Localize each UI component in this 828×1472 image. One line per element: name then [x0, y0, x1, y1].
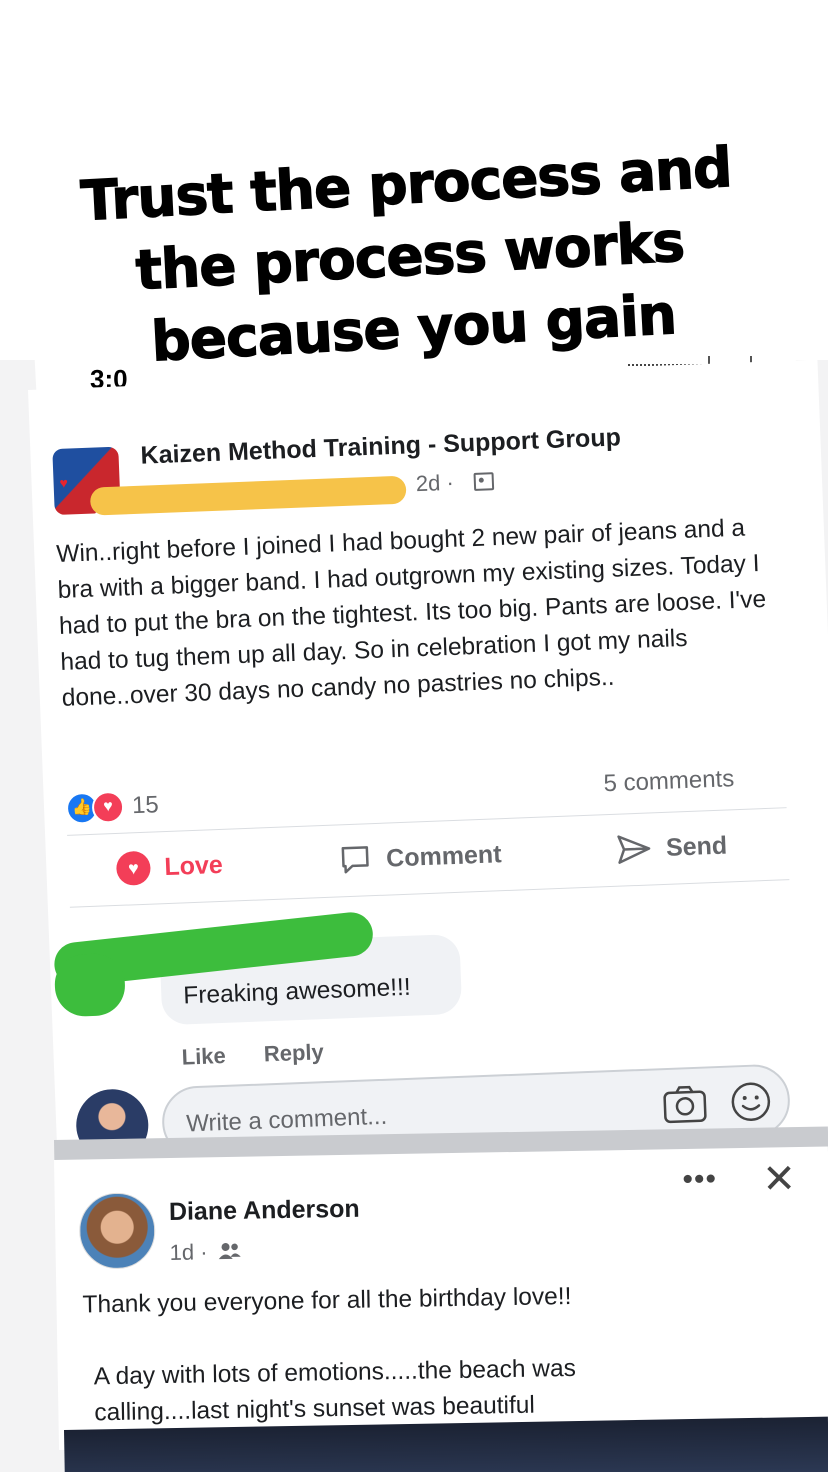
comment-button[interactable]: Comment: [338, 834, 503, 880]
comment-like-link[interactable]: Like: [181, 1043, 226, 1070]
comment-label: Comment: [385, 839, 502, 873]
love-reaction-icon: ♥: [91, 790, 125, 824]
send-label: Send: [665, 831, 728, 862]
post-body: Win..right before I joined I had bought …: [55, 514, 767, 712]
author-avatar[interactable]: [78, 1192, 156, 1270]
love-label: Love: [163, 850, 224, 881]
post-time[interactable]: 1d ·: [169, 1239, 207, 1266]
redaction-mark: [53, 952, 127, 1018]
close-icon[interactable]: ✕: [762, 1157, 796, 1202]
comments-count[interactable]: 5 comments: [603, 765, 735, 798]
post-time[interactable]: 2d ·: [415, 470, 454, 497]
send-button[interactable]: Send: [615, 826, 728, 870]
write-comment-placeholder: Write a comment...: [185, 1102, 388, 1138]
comment-icon: [341, 846, 369, 874]
comment-actions: Like Reply: [181, 1038, 356, 1071]
camera-icon[interactable]: [661, 1082, 709, 1126]
emoji-icon[interactable]: [729, 1080, 773, 1124]
privacy-icon: [473, 472, 495, 491]
love-button[interactable]: ♥ Love: [115, 845, 224, 889]
post-card: ♥ Kaizen Method Training - Support Group…: [28, 359, 828, 1163]
post-body: Thank you everyone for all the birthday …: [82, 1275, 782, 1426]
post-card: Diane Anderson 1d · ••• ✕ Thank you ever…: [54, 1146, 828, 1450]
send-icon: [617, 835, 651, 864]
reaction-count: 15: [131, 791, 160, 820]
group-name[interactable]: Kaizen Method Training - Support Group: [140, 423, 621, 470]
reactions-summary[interactable]: 👍 ♥ 15: [65, 790, 159, 825]
comment-text: Freaking awesome!!!: [182, 973, 412, 1010]
redaction-mark: [89, 475, 407, 516]
screenshot-page: Trust the process and the process works …: [0, 0, 828, 1472]
post-body-line: Thank you everyone for all the birthday …: [82, 1282, 572, 1319]
author-name[interactable]: Diane Anderson: [169, 1195, 360, 1227]
more-options-icon[interactable]: •••: [682, 1162, 717, 1197]
post-body-line: A day with lots of emotions.....the beac…: [93, 1354, 577, 1427]
friends-icon: [218, 1243, 241, 1260]
love-icon: ♥: [115, 850, 152, 886]
comment-reply-link[interactable]: Reply: [263, 1039, 324, 1066]
heart-logo-icon: ♥: [59, 474, 69, 491]
